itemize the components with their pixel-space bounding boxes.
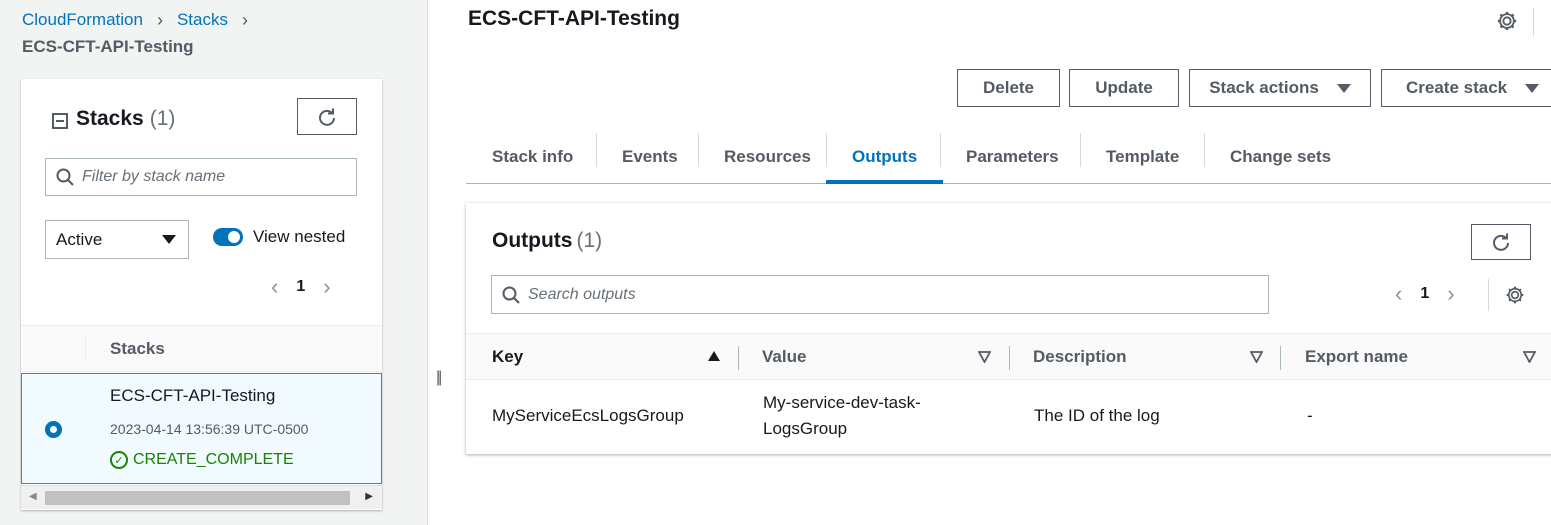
stacks-table-header: Stacks bbox=[21, 325, 382, 372]
caret-down-icon bbox=[162, 235, 176, 244]
breadcrumb-current: ECS-CFT-API-Testing bbox=[22, 37, 194, 56]
stack-status-text: CREATE_COMPLETE bbox=[133, 451, 294, 468]
stacks-card-title: Stacks (1) bbox=[52, 107, 175, 131]
refresh-icon bbox=[1493, 233, 1509, 251]
outputs-page-number[interactable]: 1 bbox=[1420, 285, 1429, 303]
caret-down-icon bbox=[1525, 83, 1540, 93]
scroll-right-arrow-icon[interactable]: ▶ bbox=[365, 491, 373, 502]
stack-radio-selected[interactable] bbox=[45, 421, 62, 438]
breadcrumb: CloudFormation › Stacks › ECS-CFT-API-Te… bbox=[22, 9, 254, 57]
output-value: My-service-dev-task- LogsGroup bbox=[763, 393, 921, 438]
tab-resources[interactable]: Resources bbox=[698, 131, 837, 183]
stack-filter-placeholder: Filter by stack name bbox=[82, 168, 226, 185]
scrollbar-thumb[interactable] bbox=[45, 491, 350, 505]
sort-icon[interactable] bbox=[1523, 351, 1536, 363]
tab-events[interactable]: Events bbox=[596, 131, 704, 183]
prev-page-icon[interactable]: ‹ bbox=[271, 274, 278, 300]
gear-icon[interactable] bbox=[1496, 10, 1518, 32]
next-page-icon[interactable]: › bbox=[1447, 281, 1454, 307]
stack-name: ECS-CFT-API-Testing bbox=[110, 386, 276, 405]
update-button-label: Update bbox=[1095, 78, 1153, 97]
stacks-title: Stacks bbox=[76, 107, 144, 130]
view-nested-control: View nested bbox=[213, 227, 345, 247]
output-key: MyServiceEcsLogsGroup bbox=[492, 406, 684, 425]
sort-icon[interactable] bbox=[1250, 351, 1263, 363]
create-stack-label: Create stack bbox=[1406, 78, 1508, 97]
preferences-gear-icon[interactable] bbox=[1505, 285, 1525, 305]
stack-actions-label: Stack actions bbox=[1209, 78, 1319, 97]
stack-created-date: 2023-04-14 13:56:39 UTC-0500 bbox=[110, 421, 309, 437]
stack-actions-button[interactable]: Stack actions bbox=[1189, 69, 1371, 107]
outputs-panel: Outputs (1) Search outputs ‹ 1 › Key Valu… bbox=[466, 203, 1551, 454]
breadcrumb-cloudformation[interactable]: CloudFormation bbox=[22, 10, 143, 30]
stacks-column-header: Stacks bbox=[110, 339, 165, 358]
stacks-refresh-button[interactable] bbox=[297, 98, 357, 135]
stacks-card: Stacks (1) Filter by stack name Active V… bbox=[21, 79, 382, 510]
status-filter-value: Active bbox=[56, 229, 103, 249]
outputs-refresh-button[interactable] bbox=[1471, 224, 1531, 260]
view-nested-toggle[interactable] bbox=[213, 228, 243, 246]
tab-stack-info[interactable]: Stack info bbox=[466, 131, 599, 183]
search-icon bbox=[502, 286, 520, 304]
stack-status: ✓ CREATE_COMPLETE bbox=[110, 451, 294, 469]
outputs-table-header: Key Value Description Export name bbox=[466, 333, 1551, 380]
column-header-description[interactable]: Description bbox=[1033, 347, 1127, 367]
create-stack-button[interactable]: Create stack bbox=[1381, 69, 1551, 107]
delete-button[interactable]: Delete bbox=[957, 69, 1060, 107]
column-header-export-name[interactable]: Export name bbox=[1305, 347, 1408, 367]
column-header-value[interactable]: Value bbox=[762, 347, 806, 367]
horizontal-scrollbar[interactable]: ◀ ▶ bbox=[21, 485, 382, 509]
stack-filter-input[interactable]: Filter by stack name bbox=[45, 158, 357, 196]
outputs-count: (1) bbox=[576, 229, 603, 252]
check-circle-icon: ✓ bbox=[110, 451, 128, 469]
caret-down-icon bbox=[1336, 83, 1351, 93]
sort-ascending-icon[interactable] bbox=[708, 351, 720, 361]
output-description: The ID of the log bbox=[1034, 406, 1160, 425]
refresh-icon bbox=[319, 108, 335, 126]
page-title: ECS-CFT-API-Testing bbox=[468, 7, 680, 30]
collapse-icon[interactable] bbox=[52, 112, 68, 129]
status-filter-select[interactable]: Active bbox=[45, 220, 189, 259]
tab-parameters[interactable]: Parameters bbox=[940, 131, 1085, 183]
outputs-pagination: ‹ 1 › bbox=[1395, 281, 1455, 307]
output-export-name: - bbox=[1307, 406, 1313, 425]
scroll-left-arrow-icon[interactable]: ◀ bbox=[29, 491, 37, 502]
outputs-search-input[interactable]: Search outputs bbox=[491, 275, 1269, 314]
stacks-pagination: ‹ 1 › bbox=[271, 274, 331, 300]
delete-button-label: Delete bbox=[982, 78, 1035, 97]
search-icon bbox=[56, 168, 74, 186]
outputs-title: Outputs (1) bbox=[492, 229, 603, 252]
stacks-count: (1) bbox=[149, 107, 176, 130]
outputs-search-placeholder: Search outputs bbox=[528, 285, 636, 303]
stacks-sidebar: CloudFormation › Stacks › ECS-CFT-API-Te… bbox=[0, 0, 428, 525]
next-page-icon[interactable]: › bbox=[323, 274, 330, 300]
prev-page-icon[interactable]: ‹ bbox=[1395, 281, 1402, 307]
tab-change-sets[interactable]: Change sets bbox=[1204, 131, 1357, 183]
chevron-right-icon: › bbox=[241, 9, 248, 30]
view-nested-label: View nested bbox=[253, 227, 346, 246]
stacks-page-number[interactable]: 1 bbox=[296, 278, 305, 296]
stack-row[interactable]: ECS-CFT-API-Testing 2023-04-14 13:56:39 … bbox=[21, 373, 382, 484]
tab-template[interactable]: Template bbox=[1080, 131, 1205, 183]
panel-resize-handle[interactable]: || bbox=[436, 369, 442, 387]
stack-tabs: Stack info Events Resources Outputs Para… bbox=[466, 131, 1551, 184]
breadcrumb-stacks[interactable]: Stacks bbox=[177, 10, 228, 30]
update-button[interactable]: Update bbox=[1069, 69, 1179, 107]
chevron-right-icon: › bbox=[156, 9, 163, 30]
column-header-key[interactable]: Key bbox=[492, 347, 523, 367]
tab-outputs[interactable]: Outputs bbox=[826, 131, 944, 184]
sort-icon[interactable] bbox=[978, 351, 991, 363]
